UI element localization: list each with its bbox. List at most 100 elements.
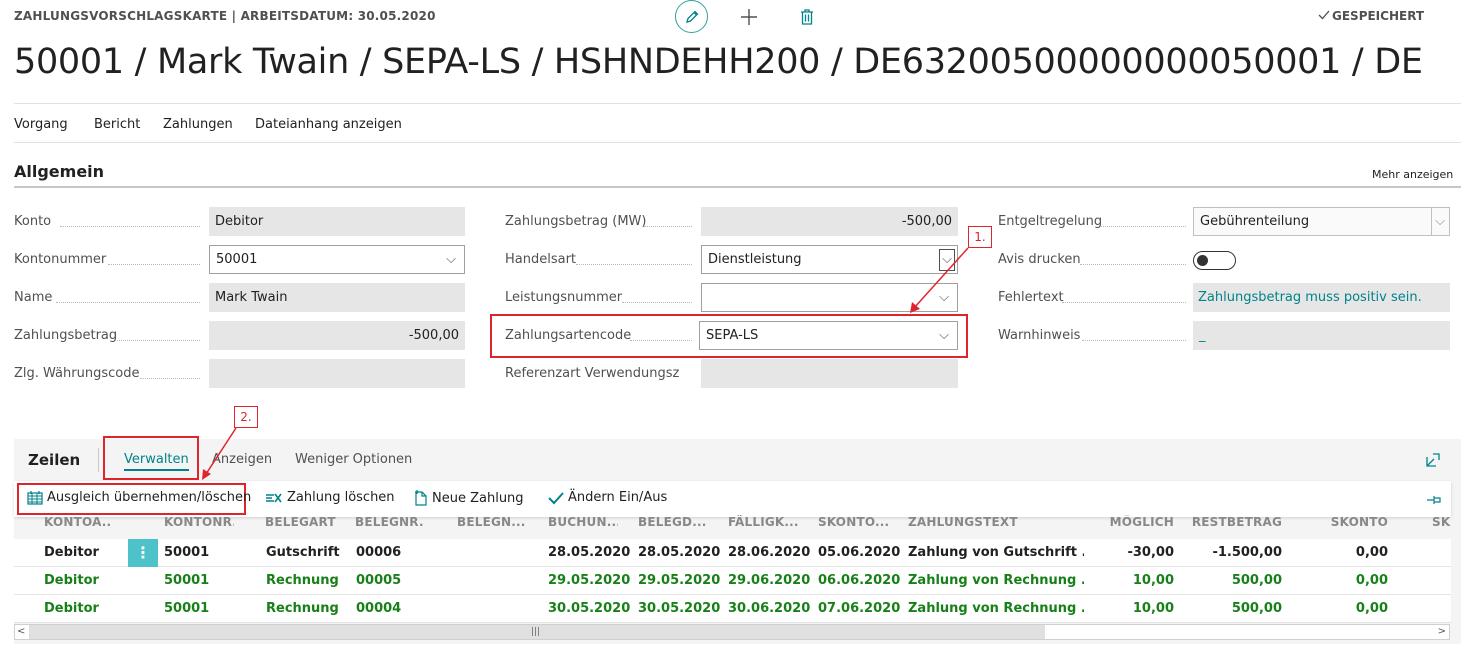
horizontal-scrollbar[interactable]: < ||| > xyxy=(14,624,1450,640)
separator xyxy=(98,448,99,472)
table-row[interactable]: Debitor 50001 Rechnung 00005 29.05.2020 … xyxy=(14,567,1451,595)
table-row[interactable]: Debitor 50001 Rechnung 00004 30.05.2020 … xyxy=(14,595,1451,623)
waehrungscode-field xyxy=(209,359,465,388)
cell-moeglich: -30,00 xyxy=(1127,545,1174,560)
show-more-link[interactable]: Mehr anzeigen xyxy=(1372,168,1453,181)
col-header-skontodatum[interactable]: SKONTO... xyxy=(818,515,888,529)
cell-zahlungstext: Zahlung von Rechnung ... xyxy=(908,573,1084,588)
cell-skonto: 0,00 xyxy=(1355,545,1388,560)
menu-bericht[interactable]: Bericht xyxy=(94,117,140,132)
menu-vorgang[interactable]: Vorgang xyxy=(14,117,68,132)
add-button[interactable] xyxy=(734,2,764,32)
section-divider xyxy=(14,186,1461,188)
col-header-zahlungstext[interactable]: ZAHLUNGSTEXT xyxy=(908,515,1058,529)
expand-button[interactable] xyxy=(1426,452,1440,471)
dots xyxy=(56,302,200,303)
cell-restbetrag: -1.500,00 xyxy=(1212,545,1282,560)
referenzart-field xyxy=(701,359,958,388)
cell-faelligkeit: 30.06.2020 xyxy=(728,601,811,616)
trash-icon xyxy=(801,9,813,25)
zahlung-loeschen-button[interactable]: Zahlung löschen xyxy=(265,490,395,505)
cell-faelligkeit: 28.06.2020 xyxy=(728,545,811,560)
check-icon xyxy=(548,491,564,504)
aendern-label: Ändern Ein/Aus xyxy=(568,490,668,505)
ausgleich-button[interactable]: Ausgleich übernehmen/löschen xyxy=(27,490,251,505)
chevron-down-icon[interactable]: ⌵ xyxy=(1431,208,1448,235)
new-document-icon xyxy=(415,490,427,506)
pin-icon xyxy=(1427,496,1441,504)
zahlungsbetrag-mw-label: Zahlungsbetrag (MW) xyxy=(505,214,647,229)
cell-moeglich: 10,00 xyxy=(1132,573,1174,588)
aendern-button[interactable]: Ändern Ein/Aus xyxy=(548,490,667,505)
avis-drucken-label: Avis drucken xyxy=(998,252,1081,267)
handelsart-label: Handelsart xyxy=(505,252,577,267)
entgeltregelung-select[interactable]: Gebührenteilung ⌵ xyxy=(1193,207,1450,236)
cell-restbetrag: 500,00 xyxy=(1231,573,1282,588)
cell-kontoart: Debitor xyxy=(44,601,99,616)
cell-kontonr: 50001 xyxy=(164,545,210,560)
scroll-left-icon[interactable]: < xyxy=(17,625,25,639)
scroll-right-icon[interactable]: > xyxy=(1438,625,1446,639)
col-header-sk[interactable]: SK xyxy=(1432,515,1452,529)
dots xyxy=(622,302,692,303)
pencil-icon xyxy=(685,10,698,23)
cell-belegnr: 00004 xyxy=(356,601,402,616)
kontonummer-field[interactable]: 50001 ⌵ xyxy=(209,245,465,274)
name-field: Mark Twain xyxy=(209,283,465,312)
avis-drucken-toggle[interactable] xyxy=(1193,251,1236,270)
col-header-belegdatum[interactable]: BELEGD... xyxy=(638,515,708,529)
delete-button[interactable] xyxy=(792,2,822,32)
cell-belegdatum: 28.05.2020 xyxy=(638,545,721,560)
edit-button[interactable] xyxy=(675,0,708,33)
cell-belegart: Rechnung xyxy=(266,601,339,616)
delete-rows-icon xyxy=(266,493,282,502)
tab-verwalten[interactable]: Verwalten xyxy=(124,452,189,471)
plus-icon xyxy=(741,9,757,25)
saved-label: GESPEICHERT xyxy=(1332,9,1425,23)
entgeltregelung-label: Entgeltregelung xyxy=(998,214,1103,229)
col-header-kontonr[interactable]: KONTONR. xyxy=(164,515,234,529)
col-header-restbetrag[interactable]: RESTBETRAG xyxy=(1190,515,1282,529)
col-header-faelligkeit[interactable]: FÄLLIGK... xyxy=(728,515,808,529)
referenzart-label: Referenzart Verwendungsz... xyxy=(505,366,679,381)
menu-dateianhang[interactable]: Dateianhang anzeigen xyxy=(255,117,402,132)
col-header-belegn2[interactable]: BELEGN... xyxy=(457,515,527,529)
cell-belegart: Gutschrift xyxy=(266,545,340,560)
col-header-kontoart[interactable]: KONTOA... xyxy=(44,515,110,529)
dots xyxy=(60,226,200,227)
dots xyxy=(108,264,200,265)
cell-buchung: 30.05.2020 xyxy=(548,601,631,616)
cell-kontoart: Debitor xyxy=(44,545,99,560)
cell-skontodatum: 06.06.2020 xyxy=(818,573,901,588)
zahlungsbetrag-field: -500,00 xyxy=(209,321,465,350)
chevron-down-icon[interactable]: ⌵ xyxy=(446,246,456,273)
cell-belegdatum: 29.05.2020 xyxy=(638,573,721,588)
kontonummer-label: Kontonummer xyxy=(14,252,107,267)
konto-label: Konto xyxy=(14,214,52,229)
zahlungsartencode-select[interactable]: SEPA-LS ⌵ xyxy=(699,321,958,350)
fehlertext-label: Fehlertext xyxy=(998,290,1064,305)
pin-button[interactable] xyxy=(1426,491,1442,510)
name-label: Name xyxy=(14,290,53,305)
col-header-belegnr[interactable]: BELEGNR. xyxy=(355,515,425,529)
cell-belegart: Rechnung xyxy=(266,573,339,588)
zahlungsartencode-label: Zahlungsartencode xyxy=(505,328,632,343)
col-header-skonto[interactable]: SKONTO xyxy=(1300,515,1388,529)
waehrungscode-label: Zlg. Währungscode xyxy=(14,366,140,381)
row-menu-button[interactable]: ⋮ xyxy=(128,539,158,567)
neue-zahlung-label: Neue Zahlung xyxy=(432,490,524,506)
section-title-allgemein[interactable]: Allgemein xyxy=(14,162,104,181)
col-header-belegart[interactable]: BELEGART xyxy=(265,515,340,529)
cell-skonto: 0,00 xyxy=(1355,601,1388,616)
scrollbar-thumb[interactable]: ||| xyxy=(29,625,1045,639)
chevron-down-icon[interactable]: ⌵ xyxy=(939,322,949,349)
col-header-moeglich[interactable]: MÖGLICH xyxy=(1100,515,1174,529)
menu-zahlungen[interactable]: Zahlungen xyxy=(163,117,233,132)
col-header-buchung[interactable]: BUCHUN... xyxy=(548,515,618,529)
grid-icon xyxy=(27,490,43,505)
tab-weniger-optionen[interactable]: Weniger Optionen xyxy=(295,452,412,467)
neue-zahlung-button[interactable]: Neue Zahlung xyxy=(414,490,524,506)
ausgleich-label: Ausgleich übernehmen/löschen xyxy=(47,490,252,505)
warnhinweis-field[interactable]: _ xyxy=(1193,321,1450,350)
table-row[interactable]: Debitor ⋮ 50001 Gutschrift 00006 28.05.2… xyxy=(14,539,1451,567)
